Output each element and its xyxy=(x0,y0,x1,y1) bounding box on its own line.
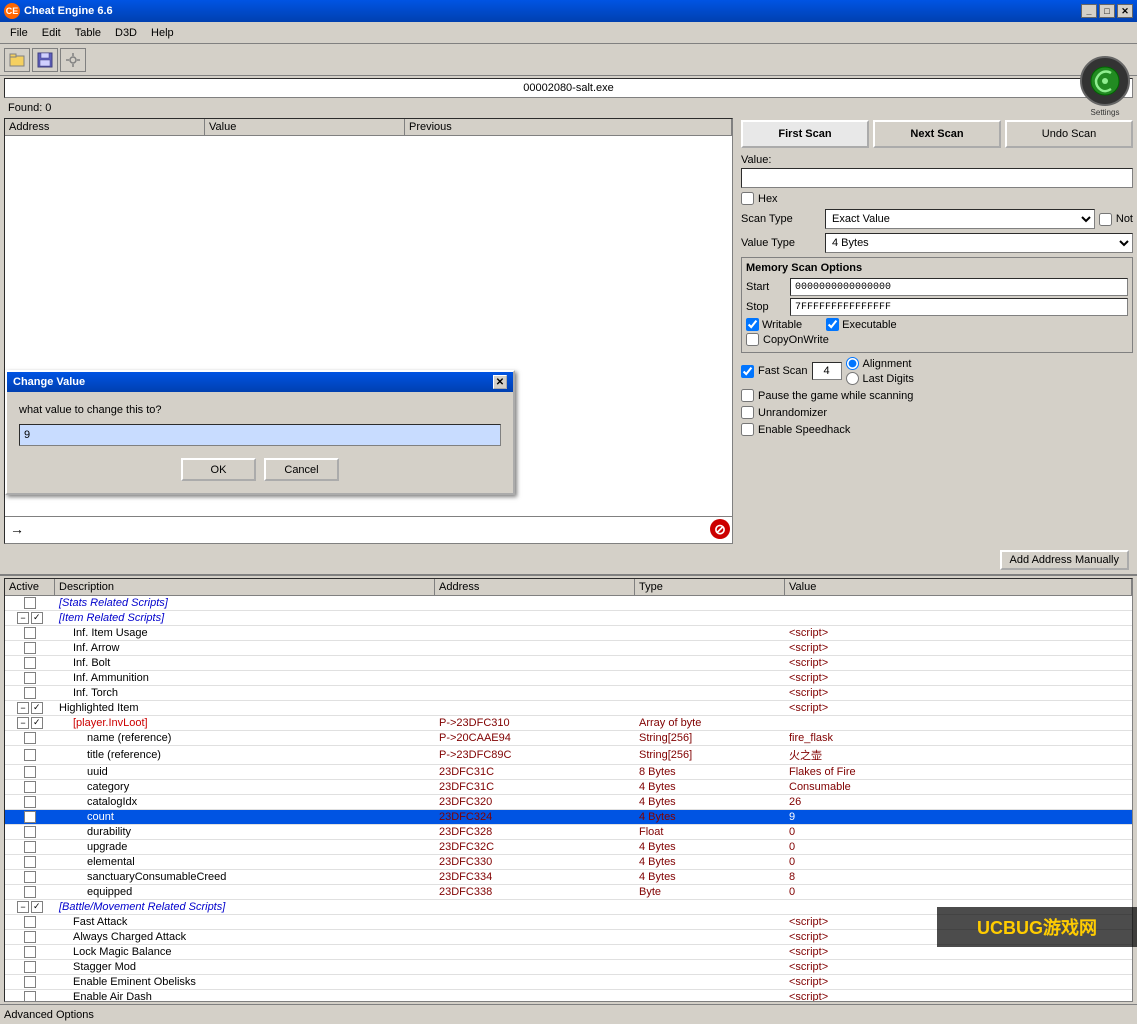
dialog-buttons: OK Cancel xyxy=(19,458,501,481)
active-checkbox[interactable] xyxy=(24,976,36,988)
status-bar: Advanced Options xyxy=(0,1004,1137,1024)
type-cell xyxy=(635,981,785,983)
active-cell[interactable] xyxy=(5,975,55,989)
addr-cell xyxy=(435,981,635,983)
active-cell[interactable] xyxy=(5,990,55,1002)
dialog-body: what value to change this to? OK Cancel xyxy=(7,392,513,493)
dialog-value-input[interactable] xyxy=(19,424,501,446)
dialog-title-bar: Change Value ✕ xyxy=(7,372,513,392)
dialog-title-text: Change Value xyxy=(13,376,85,388)
dialog-overlay: Change Value ✕ what value to change this… xyxy=(0,0,1137,967)
value-cell: <script> xyxy=(785,975,935,989)
active-checkbox[interactable] xyxy=(24,991,36,1002)
dialog-prompt: what value to change this to? xyxy=(19,404,501,416)
desc-cell: Enable Air Dash xyxy=(55,990,435,1002)
list-item[interactable]: Enable Eminent Obelisks <script> xyxy=(5,975,1132,990)
desc-cell: Enable Eminent Obelisks xyxy=(55,975,435,989)
change-value-dialog: Change Value ✕ what value to change this… xyxy=(5,370,515,495)
dialog-cancel-button[interactable]: Cancel xyxy=(264,458,339,481)
status-text: Advanced Options xyxy=(4,1009,94,1021)
addr-cell xyxy=(435,996,635,998)
dialog-ok-button[interactable]: OK xyxy=(181,458,256,481)
value-cell: <script> xyxy=(785,990,935,1002)
type-cell xyxy=(635,996,785,998)
dialog-close-button[interactable]: ✕ xyxy=(493,375,507,389)
list-item[interactable]: Enable Air Dash <script> xyxy=(5,990,1132,1002)
